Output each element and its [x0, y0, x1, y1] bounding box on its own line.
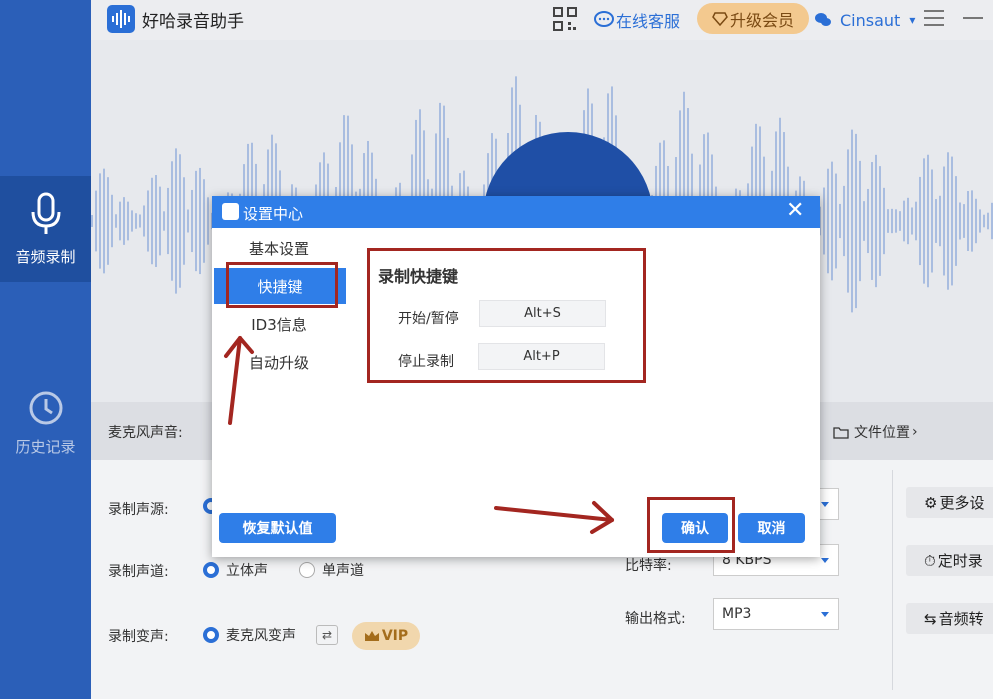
- annotation-arrows: [224, 336, 614, 534]
- arrow-up-to-shortcut-tab: [224, 336, 254, 425]
- arrow-right-to-confirm: [494, 501, 614, 534]
